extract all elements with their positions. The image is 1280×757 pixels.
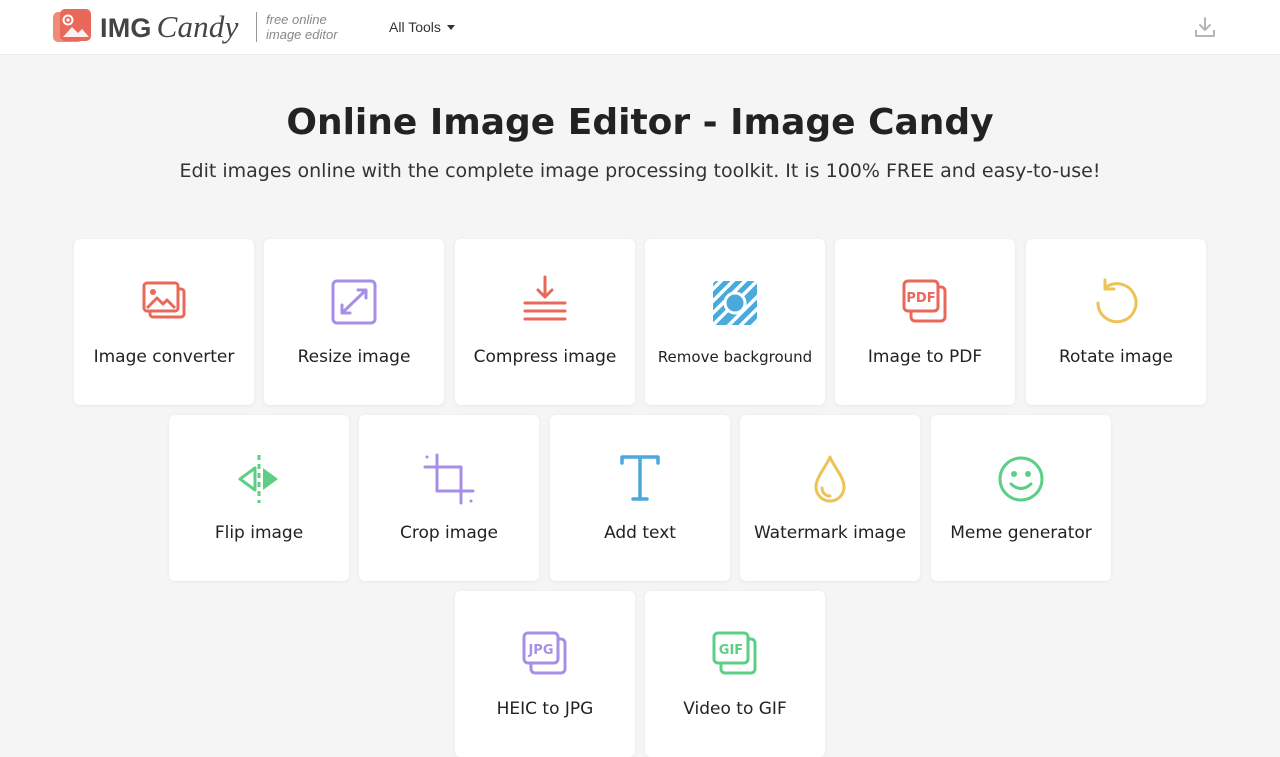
tool-label: Flip image <box>214 523 304 543</box>
logo-candy-text: Candy <box>156 9 239 44</box>
tool-label: Resize image <box>297 347 411 367</box>
rotate-icon <box>1088 275 1144 331</box>
download-icon[interactable] <box>1193 15 1217 39</box>
tool-label: Crop image <box>399 523 499 543</box>
tool-card-compress-image[interactable]: Compress image <box>455 239 635 405</box>
tool-card-rotate-image[interactable]: Rotate image <box>1026 239 1206 405</box>
tool-card-add-text[interactable]: Add text <box>550 415 730 581</box>
tool-card-flip-image[interactable]: Flip image <box>169 415 349 581</box>
tool-card-resize-image[interactable]: Resize image <box>264 239 444 405</box>
text-icon <box>612 451 668 507</box>
tool-label: Watermark image <box>753 523 907 543</box>
tool-label: Compress image <box>473 347 617 367</box>
flip-icon <box>231 451 287 507</box>
smiley-icon <box>993 451 1049 507</box>
pdf-icon-text: PDF <box>906 291 935 306</box>
gif-icon-text: GIF <box>719 643 743 658</box>
tagline-line-2: image editor <box>266 27 338 42</box>
crop-icon <box>421 451 477 507</box>
tagline-line-1: free online <box>266 12 327 27</box>
tool-label: Add text <box>604 523 676 543</box>
tool-card-image-to-pdf[interactable]: PDF Image to PDF <box>835 239 1015 405</box>
all-tools-dropdown[interactable]: All Tools <box>389 19 455 35</box>
tool-card-video-to-gif[interactable]: GIF Video to GIF <box>645 591 825 757</box>
tool-label: Image converter <box>93 347 235 367</box>
resize-icon <box>326 275 382 331</box>
tool-label: HEIC to JPG <box>496 699 594 719</box>
tool-label: Video to GIF <box>683 699 787 719</box>
compress-icon <box>517 275 573 331</box>
tool-card-image-converter[interactable]: Image converter <box>74 239 254 405</box>
remove-background-icon <box>707 275 763 331</box>
watermark-drop-icon <box>802 451 858 507</box>
caret-down-icon <box>446 24 455 30</box>
logo-img-text: IMG <box>100 13 152 43</box>
tool-label: Remove background <box>657 348 813 366</box>
image-converter-icon <box>136 275 192 331</box>
gif-file-icon: GIF <box>707 627 763 683</box>
page-subtitle: Edit images online with the complete ima… <box>179 160 1101 182</box>
tool-label: Image to PDF <box>867 347 983 367</box>
logo-wordmark: IMG Candy <box>100 9 239 45</box>
page-title: Online Image Editor - Image Candy <box>286 102 994 143</box>
top-bar: IMG Candy free online image editor All T… <box>0 0 1280 55</box>
tool-card-meme-generator[interactable]: Meme generator <box>931 415 1111 581</box>
pdf-icon: PDF <box>897 275 953 331</box>
jpg-icon-text: JPG <box>527 643 553 658</box>
tool-label: Rotate image <box>1058 347 1173 367</box>
logo-icon <box>53 9 91 42</box>
site-logo[interactable]: IMG Candy <box>52 8 239 46</box>
all-tools-label: All Tools <box>389 19 441 35</box>
tool-card-watermark-image[interactable]: Watermark image <box>740 415 920 581</box>
tool-card-remove-background[interactable]: Remove background <box>645 239 825 405</box>
jpg-file-icon: JPG <box>517 627 573 683</box>
tagline: free online image editor <box>256 12 338 42</box>
tool-card-crop-image[interactable]: Crop image <box>359 415 539 581</box>
tool-label: Meme generator <box>950 523 1092 543</box>
tool-card-heic-to-jpg[interactable]: JPG HEIC to JPG <box>455 591 635 757</box>
